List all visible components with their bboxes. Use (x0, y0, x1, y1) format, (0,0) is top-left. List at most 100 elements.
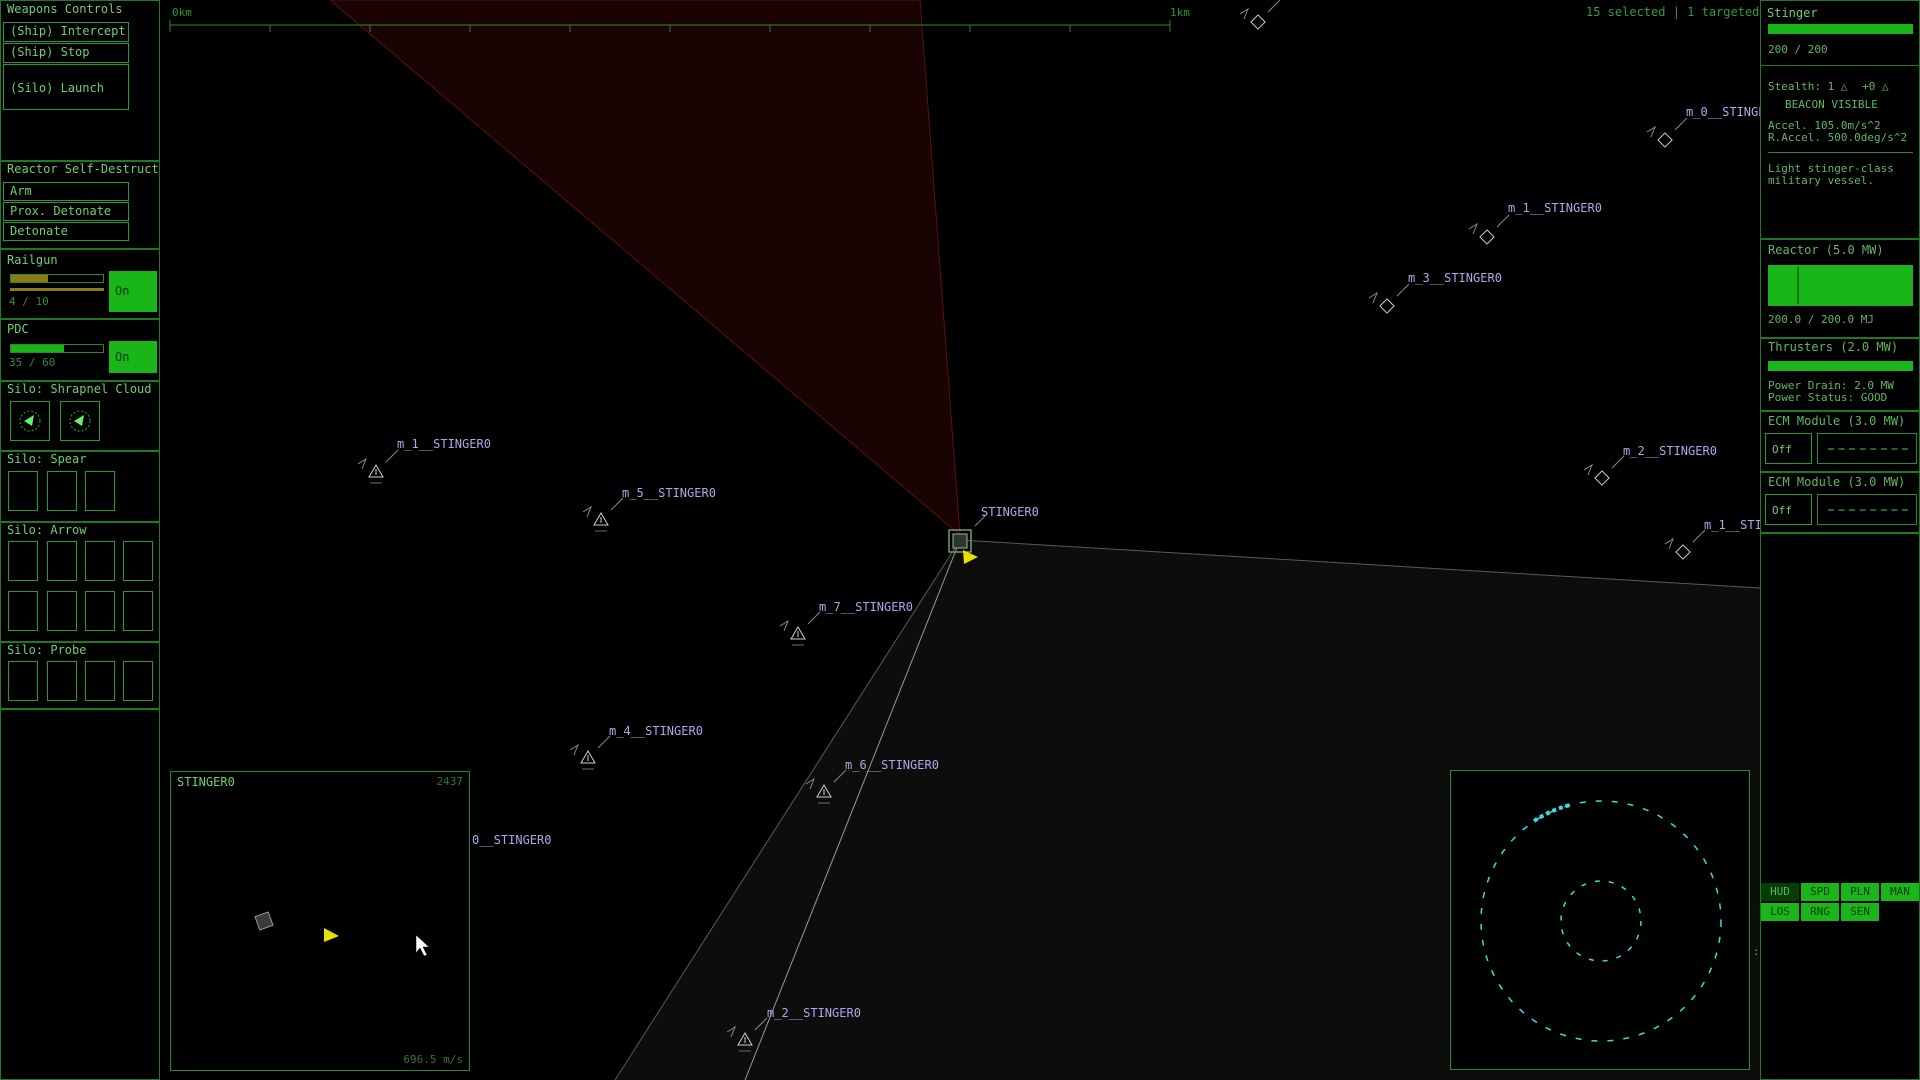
ship-label[interactable]: m_1__STI (1704, 518, 1762, 532)
tab-man[interactable]: MAN (1881, 883, 1919, 901)
tab-spd[interactable]: SPD (1801, 883, 1839, 901)
radiation-icon: △ (1881, 80, 1889, 93)
ship-label[interactable]: m_6__STINGER0 (845, 758, 939, 772)
ecm1-bar-track (1828, 448, 1908, 450)
railgun-toggle[interactable]: On (109, 271, 157, 312)
ship-label[interactable]: m_5__STINGER0 (622, 486, 716, 500)
arrow-slot[interactable] (123, 541, 153, 581)
railgun-ammo-fill (11, 275, 48, 282)
tab-rng[interactable]: RNG (1801, 903, 1839, 921)
divider (1, 248, 159, 250)
ecm1-title: ECM Module (3.0 MW) (1768, 414, 1906, 428)
stealth-label: Stealth: 1 (1768, 80, 1835, 93)
ecm1-toggle[interactable]: Off (1765, 433, 1812, 464)
railgun-ammo-count: 4 / 10 (9, 295, 49, 308)
radar-view (1480, 800, 1722, 1042)
divider (1761, 238, 1919, 240)
ship-marker-icon[interactable] (1583, 455, 1625, 486)
probe-slot[interactable] (123, 661, 153, 701)
shrapnel-slot[interactable] (60, 401, 100, 441)
arrow-slot[interactable] (47, 541, 77, 581)
pdc-ammo-bar (10, 344, 104, 353)
pdc-ammo-count: 35 / 60 (9, 356, 56, 369)
divider (1761, 65, 1919, 66)
divider (1768, 152, 1913, 153)
detonate-button[interactable]: Detonate (3, 222, 129, 241)
ecm2-bar (1817, 494, 1917, 525)
ruler-end-label: 1km (1170, 6, 1190, 19)
shrapnel-burst-icon (19, 410, 41, 432)
mouse-cursor-icon (415, 934, 430, 957)
prox-detonate-button[interactable]: Prox. Detonate (3, 202, 129, 221)
raccel-value: R.Accel. 500.0deg/s^2 (1768, 131, 1908, 144)
silo-spear-title: Silo: Spear (7, 452, 87, 466)
reactor-bar-fill (1768, 265, 1913, 306)
ship-marker-icon[interactable] (569, 735, 611, 770)
ship-marker-icon[interactable] (582, 497, 624, 532)
ecm1-bar (1817, 433, 1917, 464)
pdc-ammo-fill (11, 345, 65, 352)
reactor-title: Reactor (5.0 MW) (1768, 243, 1884, 257)
ship-marker-icon[interactable] (357, 449, 399, 484)
ship-label[interactable]: m_4__STINGER0 (609, 724, 703, 738)
threat-cone (329, 0, 961, 537)
beacon-status: BEACON VISIBLE (1785, 98, 1878, 111)
spear-slot[interactable] (85, 471, 115, 511)
ship-label[interactable]: m_0__STINGE (1686, 105, 1765, 119)
arrow-slot[interactable] (123, 591, 153, 631)
ship-marker-icon[interactable] (1368, 283, 1410, 314)
ship-intercept-button[interactable]: (Ship) Intercept (3, 22, 129, 42)
ecm2-title: ECM Module (3.0 MW) (1768, 475, 1906, 489)
ship-label[interactable]: m_1__STINGER0 (397, 437, 491, 451)
reactor-bar-marker (1797, 267, 1799, 304)
arrow-slot[interactable] (8, 591, 38, 631)
minimap-speed: 696.5 m/s (403, 1053, 463, 1066)
probe-slot[interactable] (47, 661, 77, 701)
arrow-slot[interactable] (8, 541, 38, 581)
probe-slot[interactable] (8, 661, 38, 701)
ship-label[interactable]: m_7__STINGER0 (819, 600, 913, 614)
spear-slot[interactable] (8, 471, 38, 511)
yellow-arrow-icon (324, 928, 339, 942)
ship-stop-button[interactable]: (Ship) Stop (3, 43, 129, 63)
ship-label[interactable]: m_1__STINGER0 (1508, 201, 1602, 215)
spear-slot[interactable] (47, 471, 77, 511)
minimap-panel[interactable]: STINGER0 2437 696.5 m/s (170, 771, 470, 1071)
silo-launch-button[interactable]: (Silo) Launch (3, 64, 129, 110)
divider (1, 708, 159, 710)
pdc-toggle[interactable]: On (109, 341, 157, 373)
ecm2-toggle[interactable]: Off (1765, 494, 1812, 525)
ship-marker-icon[interactable] (779, 611, 821, 646)
arrow-slot[interactable] (85, 591, 115, 631)
ship-label[interactable]: m_2__STINGER0 (767, 1006, 861, 1020)
probe-slot[interactable] (85, 661, 115, 701)
tab-pln[interactable]: PLN (1841, 883, 1879, 901)
arm-button[interactable]: Arm (3, 182, 129, 201)
arrow-slot[interactable] (85, 541, 115, 581)
divider (1761, 532, 1919, 534)
railgun-ammo-bar (10, 274, 104, 283)
weapons-panel: Weapons Controls (Ship) Intercept (Ship)… (0, 0, 160, 1080)
ship-marker-icon[interactable] (1239, 0, 1281, 30)
reactor-bar (1768, 265, 1913, 306)
ship-marker-icon[interactable] (1468, 214, 1510, 245)
ship-label[interactable]: 0__STINGER0 (472, 833, 551, 847)
tab-sen[interactable]: SEN (1841, 903, 1879, 921)
tab-los[interactable]: LOS (1761, 903, 1799, 921)
ruler-start-label: 0km (172, 6, 192, 19)
tab-hud[interactable]: HUD (1761, 883, 1799, 901)
ship-marker-icon[interactable] (1664, 529, 1706, 560)
power-status: Power Status: GOOD (1768, 391, 1888, 404)
ship-label[interactable]: m_2__STINGER0 (1623, 444, 1717, 458)
hull-value: 200 / 200 (1768, 43, 1828, 56)
minimap-view (254, 911, 430, 957)
ship-label[interactable]: m_3__STINGER0 (1408, 271, 1502, 285)
shrapnel-slot[interactable] (10, 401, 50, 441)
player-label[interactable]: STINGER0 (981, 505, 1039, 519)
stealth-bonus: +0 (1862, 80, 1876, 93)
weapons-title: Weapons Controls (7, 2, 123, 16)
ship-marker-icon[interactable] (1646, 117, 1688, 148)
divider (1, 318, 159, 320)
arrow-slot[interactable] (47, 591, 77, 631)
reactor-destruct-title: Reactor Self-Destruct (7, 162, 159, 176)
